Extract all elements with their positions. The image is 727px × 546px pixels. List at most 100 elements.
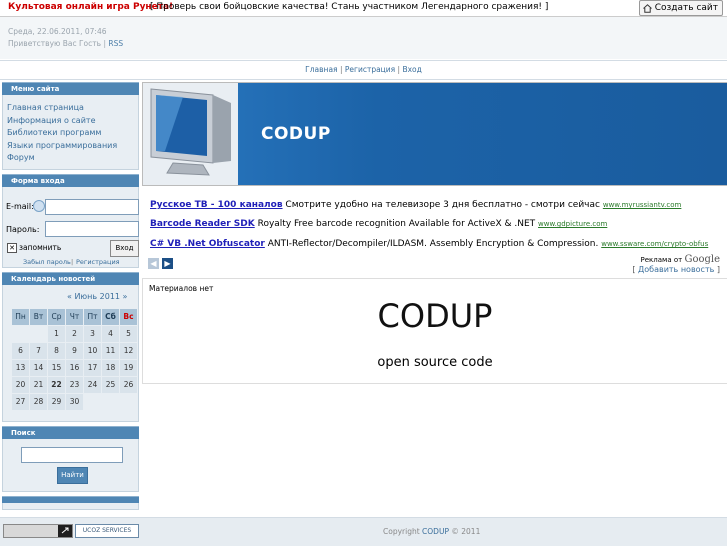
greeting: Приветствую Вас Гость | RSS xyxy=(8,39,124,48)
login-button[interactable]: Вход xyxy=(110,239,139,257)
ad-title[interactable]: C# VB .Net Obfuscator xyxy=(150,239,265,249)
menu-item-libraries[interactable]: Библиотеки программ xyxy=(7,127,138,140)
calendar-day xyxy=(102,393,119,410)
add-news-link[interactable]: Добавить новость xyxy=(638,265,714,274)
calendar-day: 25 xyxy=(102,376,119,393)
calendar-day xyxy=(30,325,47,342)
ad-url[interactable]: www.myrussiantv.com xyxy=(603,201,682,209)
create-site-button[interactable]: Создать сайт xyxy=(638,0,723,16)
ad-text: Смотрите удобно на телевизоре 3 дня бесп… xyxy=(285,200,600,210)
calendar-day: 5 xyxy=(120,325,137,342)
ad-pager: ◀ ▶ xyxy=(148,258,173,269)
ad-url[interactable]: www.ssware.com/crypto-obfus xyxy=(601,240,708,248)
site-header: Среда, 22.06.2011, 07:46 Приветствую Вас… xyxy=(0,17,727,59)
promo-link[interactable]: Культовая онлайн игра Рунета! xyxy=(8,2,173,12)
calendar-day: 4 xyxy=(102,325,119,342)
weekday-header: Пн xyxy=(12,308,29,325)
menu-title: Меню сайта xyxy=(2,82,139,95)
weekday-header: Сб xyxy=(102,308,119,325)
ucoz-badge-text: UCOZ SERVICES xyxy=(82,527,132,534)
weekday-header: Пт xyxy=(84,308,101,325)
calendar-day: 6 xyxy=(12,342,29,359)
openid-icon[interactable] xyxy=(33,199,45,212)
site-footer: UCOZ SERVICES Copyright CODUP © 2011 xyxy=(0,517,727,546)
calendar-day: 11 xyxy=(102,342,119,359)
ad-title[interactable]: Русское ТВ - 100 каналов xyxy=(150,200,283,210)
calendar-day: 12 xyxy=(120,342,137,359)
calendar-day: 28 xyxy=(30,393,47,410)
copyright-brand[interactable]: CODUP xyxy=(422,527,449,536)
calendar-day: 24 xyxy=(84,376,101,393)
chevron-left-icon[interactable]: ◀ xyxy=(148,258,159,269)
email-field[interactable] xyxy=(45,198,139,215)
search-block: Найти xyxy=(2,438,139,492)
nav-login[interactable]: Вход xyxy=(402,65,421,74)
calendar-day: 3 xyxy=(84,325,101,342)
calendar-grid: Пн Вт Ср Чт Пт Сб Вс 1 2 3 4 5 6 7 8 9 1… xyxy=(11,308,138,411)
calendar-title: Календарь новостей xyxy=(2,271,139,285)
password-field[interactable] xyxy=(45,220,139,237)
menu-block: Главная страница Информация о сайте Библ… xyxy=(2,95,139,170)
register-link[interactable]: Регистрация xyxy=(76,258,120,266)
ad-text: Royalty Free barcode recognition Availab… xyxy=(257,219,536,229)
home-icon xyxy=(642,3,652,13)
current-date: Среда, 22.06.2011, 07:46 xyxy=(8,27,107,36)
ad-item: Barcode Reader SDK Royalty Free barcode … xyxy=(150,219,607,229)
calendar-day: 19 xyxy=(120,359,137,376)
rss-link[interactable]: RSS xyxy=(108,39,123,48)
search-button[interactable]: Найти xyxy=(57,466,88,484)
promo-slogan[interactable]: [ Проверь свои бойцовские качества! Стан… xyxy=(150,2,548,12)
nav-register[interactable]: Регистрация xyxy=(345,65,395,74)
ads-block: Русское ТВ - 100 каналов Смотрите удобно… xyxy=(142,187,726,274)
sidebar-empty-block xyxy=(2,495,139,503)
calendar-day xyxy=(84,393,101,410)
ad-text: ANTI-Reflector/Decompiler/ILDASM. Assemb… xyxy=(267,239,599,249)
calendar-day: 26 xyxy=(120,376,137,393)
calendar-day: 16 xyxy=(66,359,83,376)
ad-url[interactable]: www.gdpicture.com xyxy=(538,220,607,228)
chevron-right-icon[interactable]: ▶ xyxy=(162,258,173,269)
calendar-day: 1 xyxy=(48,325,65,342)
password-label: Пароль: xyxy=(6,224,40,234)
menu-item-languages[interactable]: Языки программирования xyxy=(7,140,138,153)
ads-by-google[interactable]: Реклама от Google xyxy=(641,254,720,265)
menu-item-info[interactable]: Информация о сайте xyxy=(7,115,138,128)
forgot-password-link[interactable]: Забыл пароль xyxy=(23,258,71,266)
menu-item-home[interactable]: Главная страница xyxy=(7,102,138,115)
calendar-day: 18 xyxy=(102,359,119,376)
banner-title: CODUP xyxy=(261,124,331,144)
counter-graphic xyxy=(4,525,72,537)
ucoz-services-badge[interactable]: UCOZ SERVICES xyxy=(75,524,139,538)
search-title: Поиск xyxy=(2,425,139,439)
site-menu: Главная страница Информация о сайте Библ… xyxy=(3,95,138,169)
weekday-header: Вт xyxy=(30,308,47,325)
search-input[interactable] xyxy=(21,446,123,463)
menu-item-forum[interactable]: Форум xyxy=(7,152,138,165)
ad-title[interactable]: Barcode Reader SDK xyxy=(150,219,255,229)
remember-checkbox[interactable]: ✕ xyxy=(7,242,17,253)
site-banner: CODUP xyxy=(142,82,727,186)
calendar-day xyxy=(12,325,29,342)
ucoz-counter-badge[interactable] xyxy=(3,524,73,538)
calendar-day: 17 xyxy=(84,359,101,376)
content-tagline: open source code xyxy=(377,355,493,370)
nav-home[interactable]: Главная xyxy=(305,65,337,74)
login-form-title: Форма входа xyxy=(2,173,139,187)
ads-by-label: Реклама от xyxy=(640,256,683,264)
login-form-separator: | xyxy=(71,257,74,266)
calendar-day: 7 xyxy=(30,342,47,359)
calendar-month[interactable]: « Июнь 2011 » xyxy=(67,292,127,301)
calendar-day: 15 xyxy=(48,359,65,376)
calendar-day: 29 xyxy=(48,393,65,410)
weekday-header: Ср xyxy=(48,308,65,325)
top-bar: Культовая онлайн игра Рунета! [ Проверь … xyxy=(0,0,727,17)
google-logo: Google xyxy=(684,254,720,265)
banner-graphic xyxy=(143,83,727,185)
calendar-day: 9 xyxy=(66,342,83,359)
copyright-suffix: © 2011 xyxy=(451,527,481,536)
calendar-day: 21 xyxy=(30,376,47,393)
content-area: Материалов нет CODUP open source code xyxy=(142,278,727,384)
create-site-label: Создать сайт xyxy=(654,3,718,13)
top-navigation: Главная | Регистрация | Вход xyxy=(0,60,727,80)
login-form: E-mail: Пароль: ✕ запомнить Вход Забыл п… xyxy=(2,186,139,268)
